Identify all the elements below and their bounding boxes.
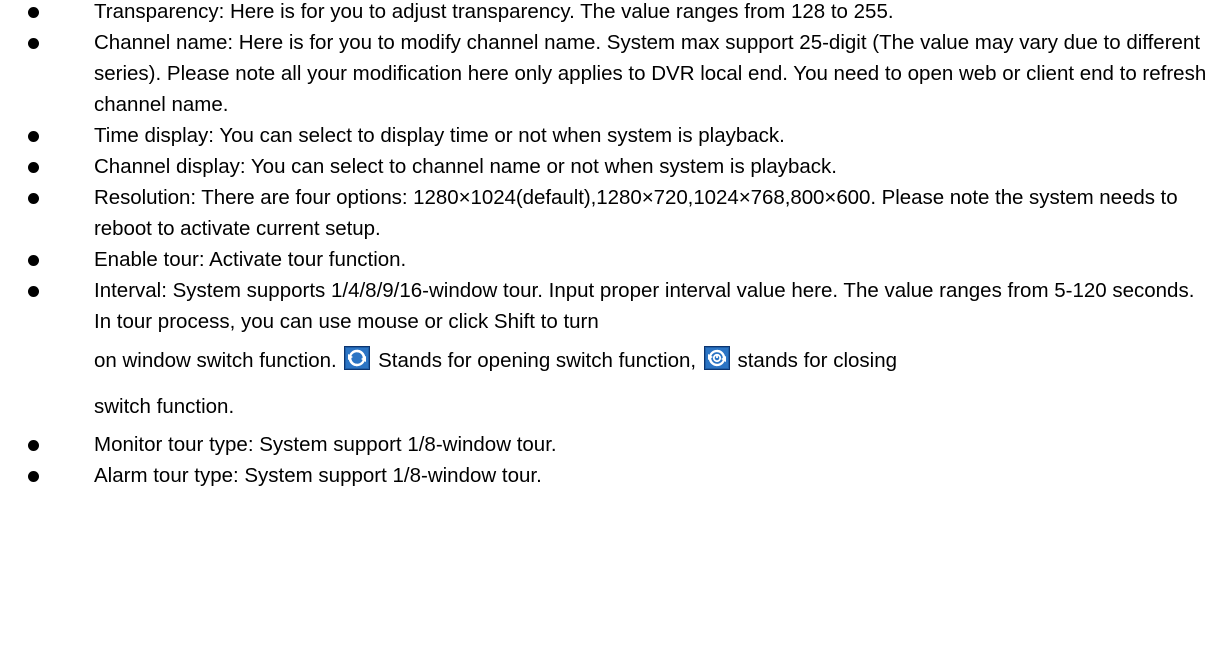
- bullet-icon: [28, 440, 39, 451]
- list-item-text: Enable tour: Activate tour function.: [94, 248, 407, 271]
- bullet-icon: [28, 38, 39, 49]
- list-item-transparency: Transparency: Here is for you to adjust …: [0, 0, 1213, 27]
- bullet-icon: [28, 7, 39, 18]
- bullet-icon: [28, 162, 39, 173]
- tour-open-switch-icon: [344, 346, 371, 370]
- interval-text-after-icon: stands for closing: [737, 349, 898, 372]
- list-item-resolution: Resolution: There are four options: 1280…: [0, 182, 1213, 244]
- interval-text-middle: Stands for opening switch function,: [378, 349, 697, 372]
- list-item-text: Channel name: Here is for you to modify …: [94, 31, 1207, 116]
- tour-close-switch-icon: [703, 346, 730, 370]
- bullet-icon: [28, 286, 39, 297]
- interval-icon-line: on window switch function. Stands for op…: [94, 337, 1209, 385]
- list-item-text: Alarm tour type: System support 1/8-wind…: [94, 464, 542, 487]
- bullet-icon: [28, 193, 39, 204]
- list-item-text: Monitor tour type: System support 1/8-wi…: [94, 433, 557, 456]
- interval-text-part3: switch function.: [94, 395, 235, 418]
- list-item-text: Channel display: You can select to chann…: [94, 155, 837, 178]
- list-item-text: Interval: System supports 1/4/8/9/16-win…: [94, 275, 1209, 429]
- list-item-time-display: Time display: You can select to display …: [0, 120, 1213, 151]
- list-item-interval: Interval: System supports 1/4/8/9/16-win…: [0, 275, 1213, 429]
- list-item-alarm-tour-type: Alarm tour type: System support 1/8-wind…: [0, 460, 1213, 491]
- list-item-channel-display: Channel display: You can select to chann…: [0, 151, 1213, 182]
- list-item-text: Transparency: Here is for you to adjust …: [94, 0, 894, 23]
- bullet-icon: [28, 471, 39, 482]
- interval-text-part1: Interval: System supports 1/4/8/9/16-win…: [94, 279, 1195, 333]
- bullet-icon: [28, 255, 39, 266]
- list-item-monitor-tour-type: Monitor tour type: System support 1/8-wi…: [0, 429, 1213, 460]
- feature-bullet-list: Transparency: Here is for you to adjust …: [0, 0, 1213, 491]
- bullet-icon: [28, 131, 39, 142]
- list-item-text: Resolution: There are four options: 1280…: [94, 186, 1178, 240]
- list-item-channel-name: Channel name: Here is for you to modify …: [0, 27, 1213, 120]
- list-item-enable-tour: Enable tour: Activate tour function.: [0, 244, 1213, 275]
- list-item-text: Time display: You can select to display …: [94, 124, 785, 147]
- interval-text-before-icon: on window switch function.: [94, 349, 337, 372]
